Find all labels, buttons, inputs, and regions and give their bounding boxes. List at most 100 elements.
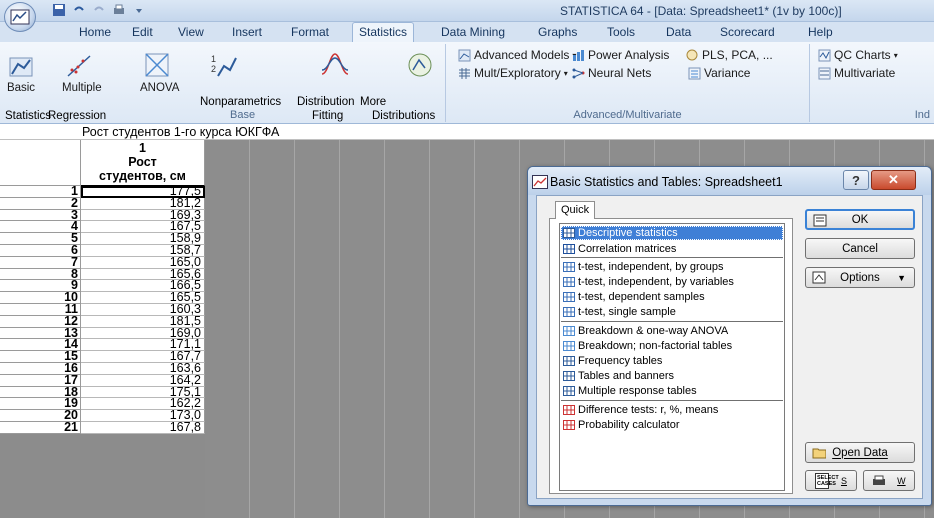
analysis-icon [563,292,575,302]
multivariate-button[interactable]: Multivariate [818,66,895,80]
tab-help[interactable]: Help [808,25,833,39]
basic-statistics-button[interactable]: Basic [4,50,38,95]
distribution-fitting-label-line1: Distribution [297,96,355,108]
list-item[interactable]: t-test, independent, by variables [561,275,783,289]
list-item[interactable]: Breakdown & one-way ANOVA [561,324,783,338]
save-icon[interactable] [52,3,66,17]
row-number[interactable]: 7 [0,256,81,269]
dropdown-arrow-icon: ▾ [893,50,898,60]
tab-data-mining[interactable]: Data Mining [441,25,505,39]
list-item[interactable]: Correlation matrices [561,242,783,256]
quick-tab-panel: Descriptive statistics Correlation matric… [549,218,793,494]
list-item-label: t-test, dependent samples [578,291,705,303]
select-cases-button[interactable]: SELECT CASES S [805,470,857,491]
list-item-label: Descriptive statistics [578,227,678,239]
data-cell[interactable]: 167,8 [81,421,205,434]
redo-icon[interactable] [92,3,106,17]
list-item[interactable]: Breakdown; non-factorial tables [561,339,783,353]
svg-text:1: 1 [211,54,216,64]
row-number[interactable]: 3 [0,208,81,222]
distribution-fitting-button[interactable] [318,50,352,82]
analysis-icon [563,244,575,254]
mult-exploratory-icon [459,67,470,79]
qc-charts-button[interactable]: QC Charts ▾ [818,48,898,62]
title-bar: STATISTICA 64 - [Data: Spreadsheet1* (1v… [0,0,934,22]
anova-button[interactable]: ANOVA [140,50,179,95]
pls-pca-button[interactable]: PLS, PCA, ... [686,48,773,62]
basic-statistics-label: Basic [6,82,36,94]
neural-nets-button[interactable]: Neural Nets [572,66,651,80]
mult-exploratory-button[interactable]: Mult/Exploratory ▾ [458,66,568,80]
row-number[interactable]: 8 [0,267,81,281]
options-icon [812,271,826,284]
row-number[interactable]: 4 [0,220,81,234]
row-number[interactable]: 1 [0,185,81,198]
undo-icon[interactable] [72,3,86,17]
ok-icon [813,214,827,227]
list-item[interactable]: Tables and banners [561,369,783,383]
weights-button[interactable]: W [863,470,915,491]
tab-graphs[interactable]: Graphs [538,25,577,39]
list-item[interactable]: t-test, independent, by groups [561,260,783,274]
group-label-industrial: Ind [914,109,930,121]
list-item[interactable]: t-test, single sample [561,305,783,319]
tab-data[interactable]: Data [666,25,691,39]
spreadsheet-corner[interactable] [0,140,81,186]
dialog-title: Basic Statistics and Tables: Spreadsheet… [550,175,783,189]
cancel-button[interactable]: Cancel [805,238,915,259]
tab-scorecard[interactable]: Scorecard [720,25,775,39]
ok-button[interactable]: OK [805,209,915,230]
more-distributions-button[interactable] [403,50,437,82]
app-menu-button[interactable] [4,2,36,32]
tab-home[interactable]: Home [79,25,111,39]
multiple-regression-second-line: Regression [48,110,107,122]
variance-button[interactable]: Variance [688,66,750,80]
options-button[interactable]: Options ▼ [805,267,915,288]
dialog-title-bar[interactable]: Basic Statistics and Tables: Spreadsheet… [528,167,931,195]
tab-edit[interactable]: Edit [132,25,153,39]
print-icon[interactable] [112,3,126,17]
list-item-label: t-test, independent, by groups [578,261,724,273]
analysis-icon [563,371,575,381]
ribbon-group-industrial: QC Charts ▾ Multivariate Ind [810,44,934,122]
nonparametrics-label: Nonparametrics [200,96,282,108]
list-item-label: Breakdown & one-way ANOVA [578,325,729,337]
help-button[interactable]: ? [843,170,869,190]
tab-insert[interactable]: Insert [232,25,262,39]
analysis-icon [563,326,575,336]
tab-tools[interactable]: Tools [607,25,635,39]
row-number[interactable]: 5 [0,232,81,245]
customize-icon[interactable] [132,3,146,17]
list-separator [561,321,783,322]
tab-view[interactable]: View [178,25,204,39]
advanced-models-button[interactable]: Advanced Models▾ [458,48,576,62]
nonparametrics-button[interactable]: 12 [206,50,240,82]
open-data-button[interactable]: Open Data [805,442,915,463]
column-header[interactable]: 1 Рост студентов, см [81,140,205,186]
anova-label: ANOVA [140,82,180,94]
power-analysis-button[interactable]: Power Analysis [572,48,669,62]
close-button[interactable]: ✕ [871,170,916,190]
list-item[interactable]: Multiple response tables [561,384,783,398]
column-name-line1: Рост [128,155,157,169]
list-item[interactable]: Difference tests: r, %, means [561,403,783,417]
multiple-regression-button[interactable]: Multiple [62,50,102,95]
list-item[interactable]: Descriptive statistics [561,226,783,240]
list-item[interactable]: t-test, dependent samples [561,290,783,304]
row-number[interactable]: 21 [0,421,81,434]
list-item-label: Tables and banners [578,370,675,382]
dialog-body: Quick Descriptive statistics Correlation … [536,195,923,499]
row-number[interactable]: 6 [0,244,81,257]
tab-statistics[interactable]: Statistics [352,22,415,43]
list-item[interactable]: Probability calculator [561,418,783,432]
qc-charts-icon [818,49,831,61]
analysis-listbox[interactable]: Descriptive statistics Correlation matric… [559,223,785,491]
analysis-icon [563,386,575,396]
multiple-regression-label: Multiple [62,82,102,94]
tab-format[interactable]: Format [291,25,329,39]
list-item[interactable]: Frequency tables [561,354,783,368]
tab-quick[interactable]: Quick [555,201,595,219]
analysis-icon [563,405,575,415]
list-item-label: t-test, independent, by variables [578,276,734,288]
row-number[interactable]: 2 [0,197,81,210]
